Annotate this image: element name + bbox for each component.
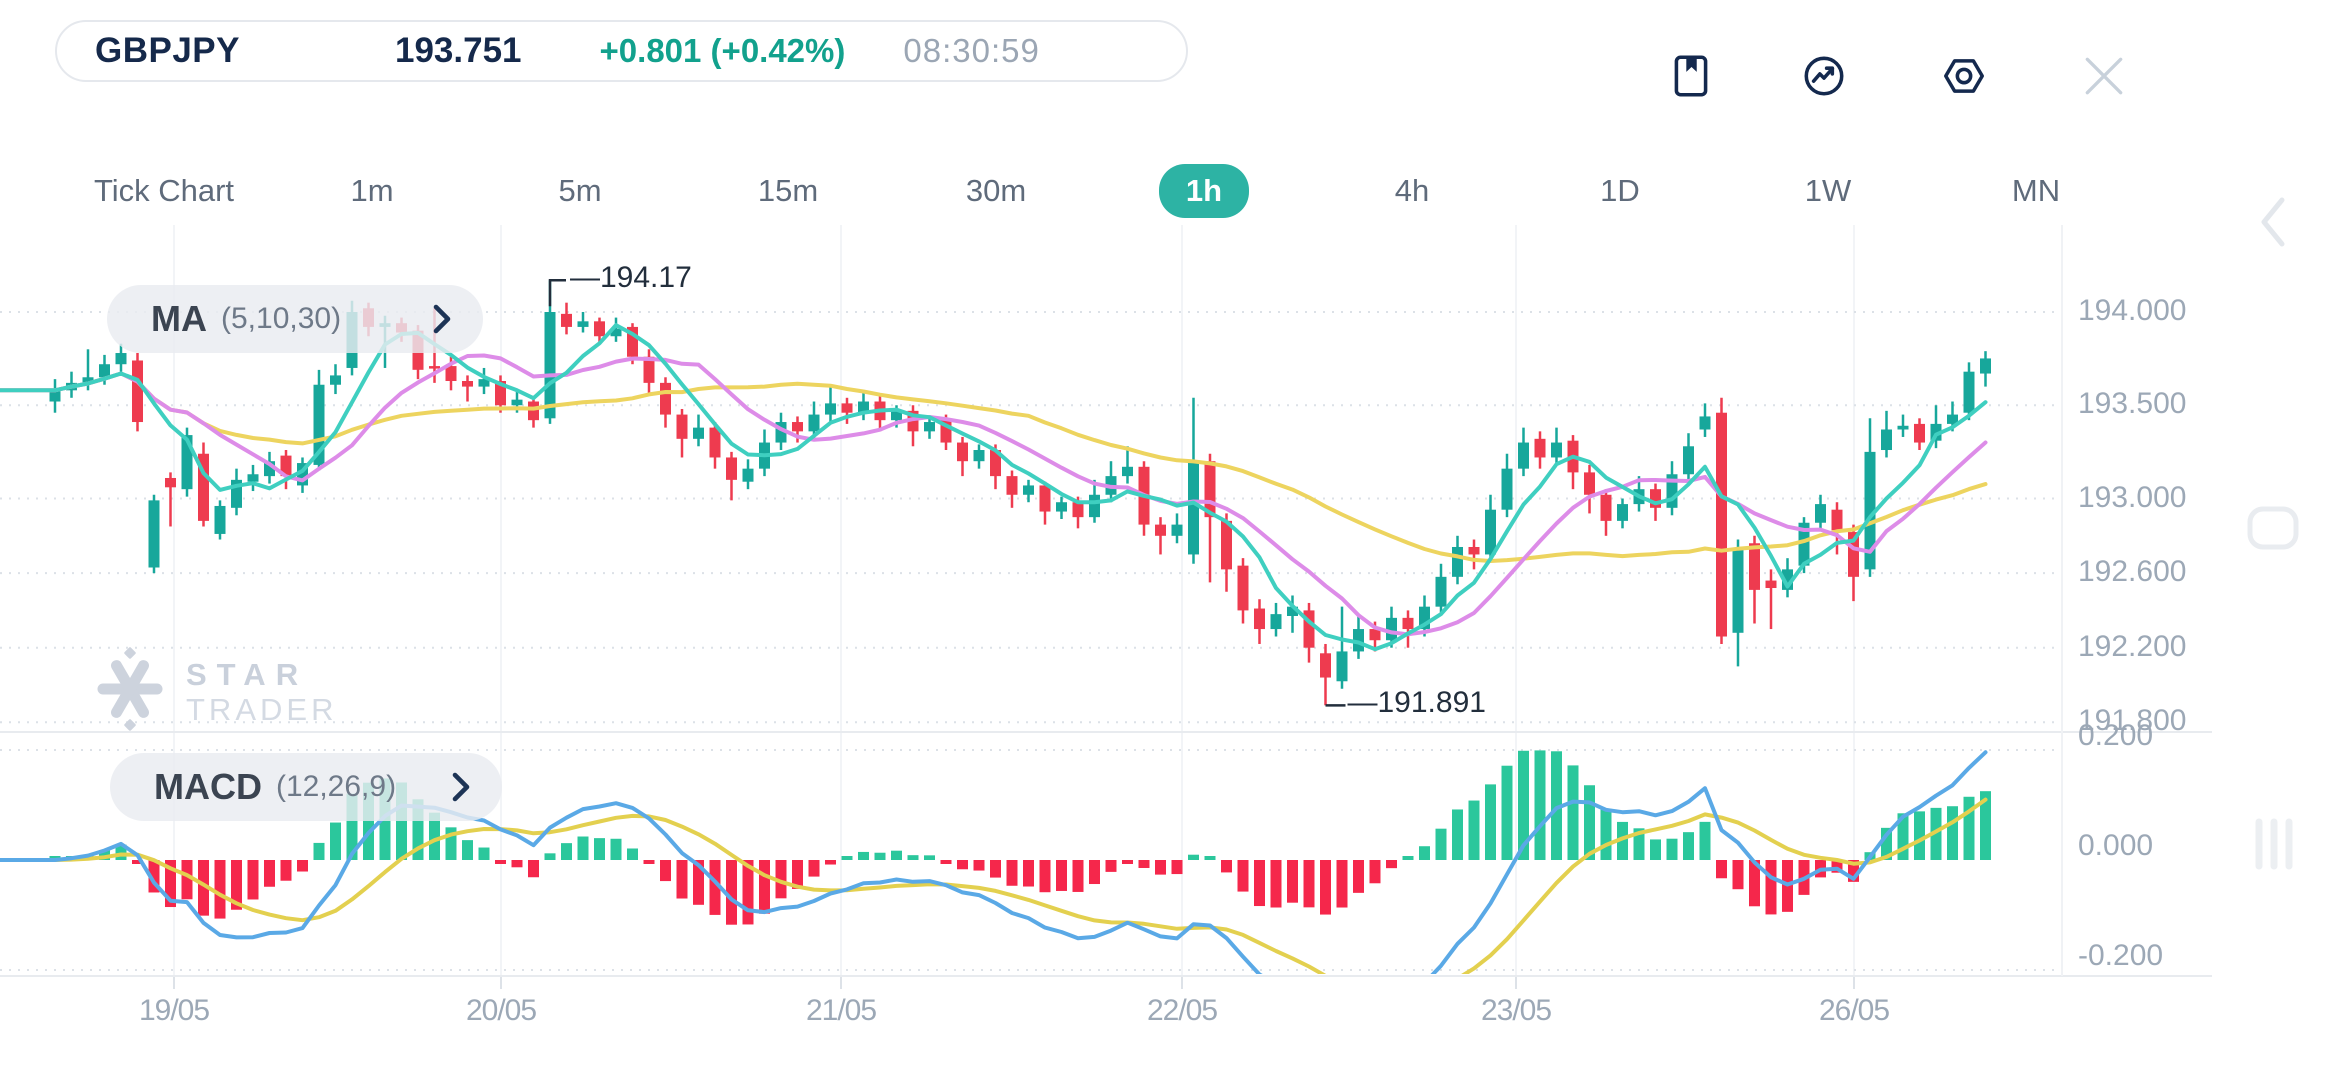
date-axis-label: 23/05 — [1446, 994, 1586, 1028]
price-axis-label: 192.200 — [2078, 630, 2186, 664]
high-price-annotation: —194.17 — [570, 261, 692, 295]
timeframe-tab-tick-chart[interactable]: Tick Chart — [94, 173, 234, 209]
price-axis-label: 192.600 — [2078, 555, 2186, 589]
macd-indicator-params: (12,26,9) — [276, 770, 396, 804]
timeframe-tab-1h[interactable]: 1h — [1159, 164, 1249, 218]
macd-axis-label: -0.200 — [2078, 939, 2163, 973]
timeframe-tab-1w[interactable]: 1W — [1805, 173, 1852, 209]
chevron-right-icon — [431, 302, 453, 336]
trading-chart-screen: { "header": { "symbol": "GBPJPY", "price… — [0, 0, 2340, 1080]
ma-indicator-pill[interactable]: MA (5,10,30) — [107, 285, 483, 353]
timeframe-tab-30m[interactable]: 30m — [966, 173, 1026, 209]
macd-indicator-pill[interactable]: MACD (12,26,9) — [110, 753, 502, 821]
timeframe-tabs: Tick Chart 1m 5m 15m 30m 1h 4h 1D 1W MN — [60, 160, 2140, 222]
timeframe-tab-1d[interactable]: 1D — [1600, 173, 1640, 209]
watermark-text-star: STAR — [186, 657, 337, 692]
timeframe-tab-4h[interactable]: 4h — [1395, 173, 1429, 209]
screenshot-button[interactable] — [2244, 505, 2302, 555]
low-price-annotation: —191.891 — [1348, 686, 1486, 720]
annotation-connectors — [550, 280, 1346, 705]
ma-indicator-name: MA — [151, 298, 207, 340]
collapse-panel-button[interactable] — [2246, 192, 2302, 256]
chevron-right-icon — [450, 770, 472, 804]
ma-lines-layer — [0, 325, 1986, 649]
date-axis-label: 26/05 — [1784, 994, 1924, 1028]
date-axis-label: 19/05 — [104, 994, 244, 1028]
rounded-square-icon — [2246, 505, 2300, 556]
macd-axis-label: 0.200 — [2078, 719, 2153, 753]
price-axis-label: 193.500 — [2078, 387, 2186, 421]
star-logo-icon — [92, 645, 168, 738]
date-axis-label: 22/05 — [1112, 994, 1252, 1028]
watermark-text-trader: TRADER — [186, 692, 337, 727]
macd-indicator-name: MACD — [154, 766, 262, 808]
date-axis-label: 21/05 — [771, 994, 911, 1028]
chevron-left-icon — [2254, 192, 2294, 257]
timeframe-tab-1m[interactable]: 1m — [350, 173, 393, 209]
timeframe-tab-mn[interactable]: MN — [2012, 173, 2060, 209]
timeframe-tab-15m[interactable]: 15m — [758, 173, 818, 209]
drag-handle[interactable] — [2246, 816, 2302, 876]
grip-lines-icon — [2248, 816, 2300, 877]
price-axis-label: 194.000 — [2078, 294, 2186, 328]
timeframe-tab-5m[interactable]: 5m — [558, 173, 601, 209]
ma-indicator-params: (5,10,30) — [221, 302, 341, 336]
date-axis-label: 20/05 — [431, 994, 571, 1028]
macd-axis-label: 0.000 — [2078, 829, 2153, 863]
price-axis-label: 193.000 — [2078, 481, 2186, 515]
brand-watermark: STAR TRADER — [92, 645, 337, 738]
